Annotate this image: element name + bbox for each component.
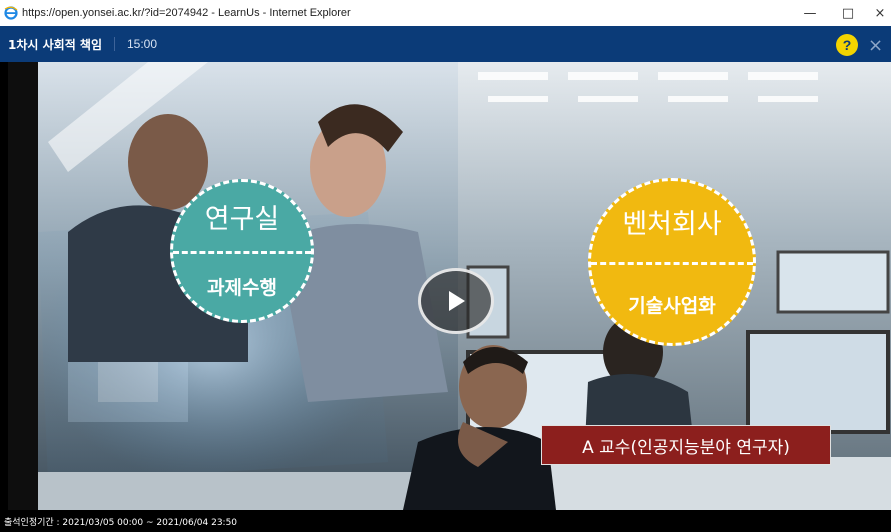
- venture-badge-title: 벤처회사: [591, 181, 753, 266]
- play-button[interactable]: [418, 268, 494, 334]
- video-player[interactable]: 연구실 과제수행 벤처회사 기술사업화 A 교수(인공지능분야 연구자): [8, 62, 891, 510]
- player-close-button[interactable]: ×: [868, 36, 890, 56]
- minimize-button[interactable]: —: [794, 0, 826, 26]
- lab-badge-subtitle: 과제수행: [207, 277, 277, 300]
- help-button[interactable]: ?: [836, 34, 858, 56]
- window-title: https://open.yonsei.ac.kr/?id=2074942 - …: [22, 7, 351, 19]
- attendance-period: 출석인정기간 : 2021/03/05 00:00 ~ 2021/06/04 2…: [4, 517, 238, 528]
- lecture-duration: 15:00: [127, 37, 158, 51]
- speaker-caption: A 교수(인공지능분야 연구자): [541, 425, 831, 465]
- lab-badge: 연구실 과제수행: [170, 179, 314, 323]
- internet-explorer-icon: [4, 6, 18, 20]
- player-header: 1차시 사회적 책임 15:00: [0, 26, 891, 62]
- venture-badge-subtitle: 기술사업화: [628, 294, 716, 317]
- lecture-title: 1차시 사회적 책임: [8, 37, 102, 52]
- maximize-button[interactable]: □: [832, 0, 864, 26]
- play-icon: [449, 291, 465, 311]
- header-divider: [114, 37, 115, 51]
- player-footer: 출석인정기간 : 2021/03/05 00:00 ~ 2021/06/04 2…: [0, 510, 891, 532]
- lab-badge-title: 연구실: [173, 182, 311, 254]
- venture-badge: 벤처회사 기술사업화: [588, 178, 756, 346]
- window-close-button[interactable]: ×: [868, 0, 891, 26]
- window-titlebar: https://open.yonsei.ac.kr/?id=2074942 - …: [0, 0, 891, 26]
